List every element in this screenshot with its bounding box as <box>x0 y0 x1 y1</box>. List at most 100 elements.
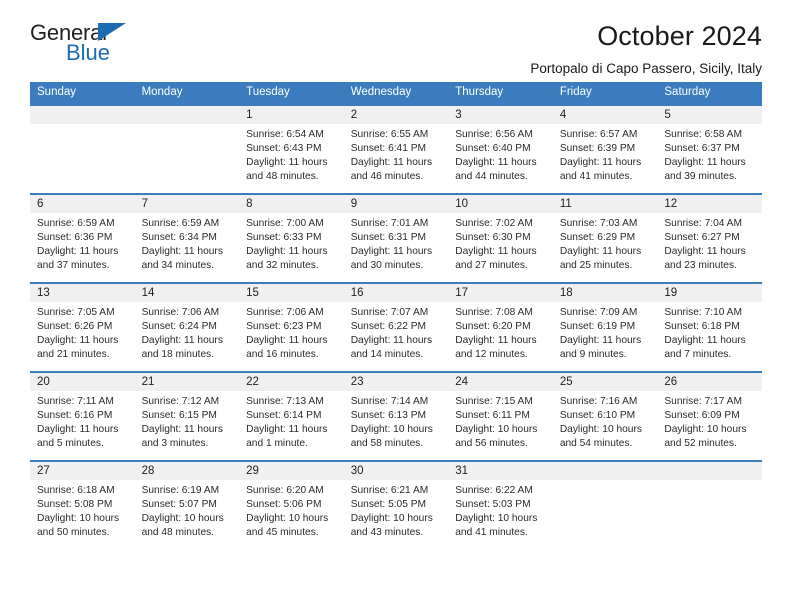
sunset-time: Sunset: 6:11 PM <box>455 409 530 421</box>
day-number: 27 <box>30 461 135 480</box>
day-number: 10 <box>448 194 553 213</box>
calendar-day-cell[interactable]: 27 Sunrise: 6:18 AM Sunset: 5:08 PM Dayligh… <box>30 459 135 550</box>
sunset-time: Sunset: 6:15 PM <box>141 409 217 421</box>
sunset-time: Sunset: 5:05 PM <box>350 498 427 510</box>
day-number: 25 <box>552 372 658 391</box>
calendar-day-cell[interactable]: 14 Sunrise: 7:06 AM Sunset: 6:24 PM Dayligh… <box>134 281 240 372</box>
calendar-week-row: 6 Sunrise: 6:59 AM Sunset: 6:36 PM Daylight… <box>30 192 762 283</box>
calendar-day-cell[interactable]: 16 Sunrise: 7:07 AM Sunset: 6:22 PM Dayligh… <box>343 281 449 372</box>
sunrise-time: Sunrise: 7:11 AM <box>37 395 114 407</box>
daylight-duration: Daylight: 10 hours and 50 minutes. <box>37 512 120 538</box>
day-details: Sunrise: 7:12 AM Sunset: 6:15 PM Daylight:… <box>135 391 240 451</box>
sunrise-time: Sunrise: 7:01 AM <box>350 217 429 229</box>
calendar-day-cell[interactable]: 28 Sunrise: 6:19 AM Sunset: 5:07 PM Dayligh… <box>134 459 240 550</box>
calendar-cell-inner: 15 Sunrise: 7:06 AM Sunset: 6:23 PM Dayligh… <box>239 283 344 371</box>
calendar-day-cell[interactable]: 31 Sunrise: 6:22 AM Sunset: 5:03 PM Dayligh… <box>448 459 553 550</box>
calendar-day-cell[interactable]: 17 Sunrise: 7:08 AM Sunset: 6:20 PM Dayligh… <box>448 281 553 372</box>
sunrise-time: Sunrise: 6:19 AM <box>141 484 220 496</box>
calendar-day-cell[interactable]: 9 Sunrise: 7:01 AM Sunset: 6:31 PM Daylight… <box>343 192 449 283</box>
weekday-header-thursday: Thursday <box>448 82 553 105</box>
sunset-time: Sunset: 6:29 PM <box>559 231 636 243</box>
calendar-cell-empty <box>657 459 762 550</box>
calendar-day-cell[interactable]: 19 Sunrise: 7:10 AM Sunset: 6:18 PM Dayligh… <box>657 281 762 372</box>
day-details: Sunrise: 6:55 AM Sunset: 6:41 PM Daylight:… <box>344 124 449 184</box>
calendar-cell-empty <box>552 459 658 550</box>
calendar-day-cell[interactable]: 8 Sunrise: 7:00 AM Sunset: 6:33 PM Daylight… <box>239 192 344 283</box>
daylight-duration: Daylight: 11 hours and 37 minutes. <box>37 245 119 271</box>
calendar-day-cell[interactable]: 3 Sunrise: 6:56 AM Sunset: 6:40 PM Daylight… <box>448 103 553 194</box>
sunset-time: Sunset: 6:30 PM <box>455 231 531 243</box>
sunset-time: Sunset: 6:19 PM <box>559 320 636 332</box>
daylight-duration: Daylight: 11 hours and 9 minutes. <box>559 334 642 360</box>
calendar-day-cell[interactable]: 26 Sunrise: 7:17 AM Sunset: 6:09 PM Dayligh… <box>657 370 762 461</box>
calendar-cell-inner: 19 Sunrise: 7:10 AM Sunset: 6:18 PM Dayligh… <box>657 283 762 371</box>
sunset-time: Sunset: 6:43 PM <box>246 142 322 154</box>
calendar-day-cell[interactable]: 5 Sunrise: 6:58 AM Sunset: 6:37 PM Daylight… <box>657 103 762 194</box>
weekday-header-friday: Friday <box>552 82 658 105</box>
calendar-day-cell[interactable]: 25 Sunrise: 7:16 AM Sunset: 6:10 PM Dayligh… <box>552 370 658 461</box>
sunset-time: Sunset: 5:06 PM <box>246 498 322 510</box>
calendar-cell-inner: 4 Sunrise: 6:57 AM Sunset: 6:39 PM Daylight… <box>552 105 658 193</box>
sunrise-time: Sunrise: 6:59 AM <box>141 217 220 229</box>
sunrise-time: Sunrise: 6:21 AM <box>350 484 429 496</box>
day-details: Sunrise: 7:02 AM Sunset: 6:30 PM Daylight:… <box>448 213 553 273</box>
calendar-day-cell[interactable]: 22 Sunrise: 7:13 AM Sunset: 6:14 PM Dayligh… <box>239 370 344 461</box>
daylight-duration: Daylight: 11 hours and 5 minutes. <box>37 423 119 449</box>
calendar-cell-inner: 30 Sunrise: 6:21 AM Sunset: 5:05 PM Dayligh… <box>343 461 449 550</box>
day-details: Sunrise: 7:10 AM Sunset: 6:18 PM Daylight:… <box>657 302 762 362</box>
calendar-day-cell[interactable]: 10 Sunrise: 7:02 AM Sunset: 6:30 PM Dayligh… <box>448 192 553 283</box>
logo-triangle-icon <box>98 23 126 41</box>
calendar-day-cell[interactable]: 21 Sunrise: 7:12 AM Sunset: 6:15 PM Dayligh… <box>134 370 240 461</box>
calendar-day-cell[interactable]: 6 Sunrise: 6:59 AM Sunset: 6:36 PM Daylight… <box>30 192 135 283</box>
daylight-duration: Daylight: 11 hours and 7 minutes. <box>664 334 746 360</box>
daylight-duration: Daylight: 11 hours and 25 minutes. <box>559 245 642 271</box>
calendar-day-cell[interactable]: 29 Sunrise: 6:20 AM Sunset: 5:06 PM Dayligh… <box>239 459 344 550</box>
calendar-week-row: 27 Sunrise: 6:18 AM Sunset: 5:08 PM Dayligh… <box>30 459 762 550</box>
calendar-day-cell[interactable]: 1 Sunrise: 6:54 AM Sunset: 6:43 PM Daylight… <box>239 103 344 194</box>
calendar-day-cell[interactable]: 24 Sunrise: 7:15 AM Sunset: 6:11 PM Dayligh… <box>448 370 553 461</box>
calendar-cell-inner: 8 Sunrise: 7:00 AM Sunset: 6:33 PM Daylight… <box>239 194 344 282</box>
general-blue-logo: General Blue <box>30 22 142 70</box>
calendar-day-cell[interactable]: 15 Sunrise: 7:06 AM Sunset: 6:23 PM Dayligh… <box>239 281 344 372</box>
calendar-day-cell[interactable]: 11 Sunrise: 7:03 AM Sunset: 6:29 PM Dayligh… <box>552 192 658 283</box>
day-details: Sunrise: 7:04 AM Sunset: 6:27 PM Daylight:… <box>657 213 762 273</box>
weekday-header-row: Sunday Monday Tuesday Wednesday Thursday… <box>30 82 762 105</box>
sunset-time: Sunset: 5:07 PM <box>141 498 217 510</box>
sunset-time: Sunset: 6:34 PM <box>141 231 217 243</box>
calendar-day-cell[interactable]: 18 Sunrise: 7:09 AM Sunset: 6:19 PM Dayligh… <box>552 281 658 372</box>
calendar-cell-inner: 1 Sunrise: 6:54 AM Sunset: 6:43 PM Daylight… <box>239 105 344 193</box>
day-number: 9 <box>343 194 449 213</box>
day-details: Sunrise: 7:16 AM Sunset: 6:10 PM Daylight:… <box>553 391 658 451</box>
sunset-time: Sunset: 6:10 PM <box>559 409 636 421</box>
calendar-day-cell[interactable]: 23 Sunrise: 7:14 AM Sunset: 6:13 PM Dayligh… <box>343 370 449 461</box>
day-details: Sunrise: 7:05 AM Sunset: 6:26 PM Daylight:… <box>30 302 135 362</box>
daylight-duration: Daylight: 10 hours and 52 minutes. <box>664 423 747 449</box>
day-details: Sunrise: 6:59 AM Sunset: 6:36 PM Daylight:… <box>30 213 135 273</box>
sunrise-time: Sunrise: 7:09 AM <box>559 306 638 318</box>
day-number: 12 <box>657 194 762 213</box>
day-details: Sunrise: 6:20 AM Sunset: 5:06 PM Daylight:… <box>239 480 344 540</box>
day-details: Sunrise: 7:06 AM Sunset: 6:23 PM Daylight:… <box>239 302 344 362</box>
calendar-day-cell[interactable]: 13 Sunrise: 7:05 AM Sunset: 6:26 PM Dayligh… <box>30 281 135 372</box>
day-number: 17 <box>448 283 553 302</box>
calendar-cell-inner: 16 Sunrise: 7:07 AM Sunset: 6:22 PM Dayligh… <box>343 283 449 371</box>
sunset-time: Sunset: 6:23 PM <box>246 320 322 332</box>
calendar-day-cell[interactable]: 20 Sunrise: 7:11 AM Sunset: 6:16 PM Dayligh… <box>30 370 135 461</box>
page-title: October 2024 <box>597 21 762 51</box>
daylight-duration: Daylight: 11 hours and 32 minutes. <box>246 245 328 271</box>
calendar-day-cell[interactable]: 4 Sunrise: 6:57 AM Sunset: 6:39 PM Daylight… <box>552 103 658 194</box>
calendar-cell-inner: 3 Sunrise: 6:56 AM Sunset: 6:40 PM Daylight… <box>448 105 553 193</box>
sunset-time: Sunset: 6:27 PM <box>664 231 740 243</box>
day-number: 1 <box>239 105 344 124</box>
sunset-time: Sunset: 5:08 PM <box>37 498 113 510</box>
calendar-day-cell[interactable]: 12 Sunrise: 7:04 AM Sunset: 6:27 PM Dayligh… <box>657 192 762 283</box>
sunrise-time: Sunrise: 6:58 AM <box>664 128 742 140</box>
sunrise-time: Sunrise: 6:59 AM <box>37 217 115 229</box>
sunrise-time: Sunrise: 6:55 AM <box>350 128 429 140</box>
calendar-day-cell[interactable]: 30 Sunrise: 6:21 AM Sunset: 5:05 PM Dayligh… <box>343 459 449 550</box>
sunset-time: Sunset: 6:31 PM <box>350 231 427 243</box>
calendar-day-cell[interactable]: 7 Sunrise: 6:59 AM Sunset: 6:34 PM Daylight… <box>134 192 240 283</box>
calendar-day-cell[interactable]: 2 Sunrise: 6:55 AM Sunset: 6:41 PM Daylight… <box>343 103 449 194</box>
sunset-time: Sunset: 6:39 PM <box>559 142 636 154</box>
daylight-duration: Daylight: 11 hours and 27 minutes. <box>455 245 537 271</box>
